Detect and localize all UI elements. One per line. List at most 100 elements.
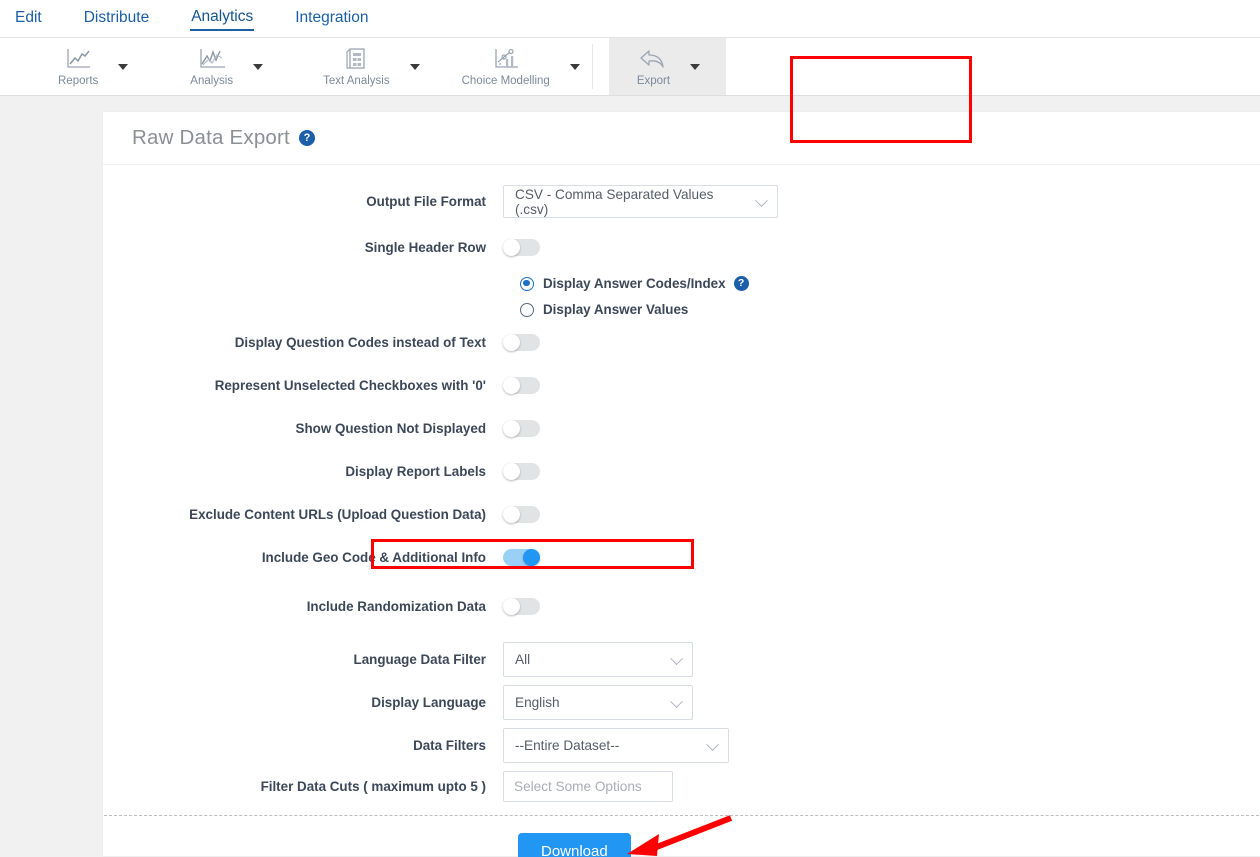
toggle-single-header-row[interactable] bbox=[503, 238, 540, 256]
row-show-question-not-displayed: Show Question Not Displayed bbox=[103, 414, 1260, 442]
toggle-exclude-content-urls[interactable] bbox=[503, 505, 540, 523]
toggle-include-geo-code[interactable] bbox=[503, 548, 540, 566]
ribbon-group-choice-modelling: Choice Modelling bbox=[454, 38, 592, 95]
row-filter-data-cuts: Filter Data Cuts ( maximum upto 5 ) bbox=[103, 771, 1260, 802]
help-icon[interactable]: ? bbox=[298, 130, 315, 146]
output-file-format-select[interactable]: CSV - Comma Separated Values (.csv) bbox=[503, 185, 778, 218]
row-display-question-codes: Display Question Codes instead of Text bbox=[103, 328, 1260, 356]
ribbon-button-export[interactable]: Export bbox=[629, 38, 678, 95]
chevron-down-icon bbox=[409, 63, 420, 70]
ribbon-caret-analysis[interactable] bbox=[241, 38, 275, 95]
toggle-show-question-not-displayed[interactable] bbox=[503, 419, 540, 437]
scatter-bar-icon bbox=[492, 46, 520, 72]
nav-item-edit[interactable]: Edit bbox=[14, 7, 43, 30]
radio-display-answer-values[interactable] bbox=[520, 302, 534, 317]
toggle-knob bbox=[503, 419, 520, 437]
card-header: Raw Data Export ? bbox=[103, 112, 1260, 165]
nav-label: Distribute bbox=[83, 9, 150, 26]
chevron-down-icon bbox=[253, 63, 264, 70]
toggle-include-randomization-data[interactable] bbox=[503, 597, 540, 615]
row-include-randomization-data: Include Randomization Data bbox=[103, 592, 1260, 620]
toggle-display-report-labels[interactable] bbox=[503, 462, 540, 480]
ribbon-caret-reports[interactable] bbox=[106, 38, 140, 95]
help-icon-answer-codes[interactable]: ? bbox=[733, 276, 749, 291]
label-single-header-row: Single Header Row bbox=[364, 239, 486, 255]
toggle-knob bbox=[503, 376, 520, 394]
row-data-filters: Data Filters --Entire Dataset-- bbox=[103, 728, 1260, 763]
raw-data-export-form: Output File Format CSV - Comma Separated… bbox=[103, 165, 1260, 857]
toggle-knob bbox=[523, 548, 540, 566]
chevron-down-icon bbox=[690, 63, 701, 70]
download-action-row: Download bbox=[103, 815, 1260, 857]
chevron-down-icon bbox=[118, 63, 129, 70]
toggle-represent-unselected-checkboxes[interactable] bbox=[503, 376, 540, 394]
row-exclude-content-urls: Exclude Content URLs (Upload Question Da… bbox=[103, 500, 1260, 528]
ribbon-group-analysis: Analysis bbox=[182, 38, 275, 95]
radio-row-display-answer-values[interactable]: Display Answer Values bbox=[503, 302, 1260, 317]
nav-item-integration[interactable]: Integration bbox=[294, 7, 369, 30]
analysis-chart-icon bbox=[197, 46, 227, 72]
language-data-filter-select[interactable]: All bbox=[503, 642, 693, 677]
nav-label: Integration bbox=[295, 9, 369, 26]
share-arrow-icon bbox=[637, 46, 669, 72]
language-data-filter-select-wrap: All bbox=[503, 642, 693, 677]
ribbon-button-reports[interactable]: Reports bbox=[50, 38, 106, 95]
toggle-knob bbox=[503, 333, 520, 351]
top-navigation: Edit Distribute Analytics Integration bbox=[0, 0, 1260, 38]
label-language-data-filter: Language Data Filter bbox=[353, 652, 486, 667]
toggle-knob bbox=[503, 238, 520, 256]
label-filter-data-cuts: Filter Data Cuts ( maximum upto 5 ) bbox=[260, 779, 486, 794]
label-display-report-labels: Display Report Labels bbox=[345, 463, 486, 479]
row-include-geo-code: Include Geo Code & Additional Info bbox=[103, 538, 1260, 571]
toggle-knob bbox=[503, 597, 520, 615]
row-display-language: Display Language English bbox=[103, 685, 1260, 720]
document-grid-icon bbox=[344, 46, 368, 72]
ribbon-caret-choice-modelling[interactable] bbox=[558, 38, 592, 95]
row-single-header-row: Single Header Row bbox=[103, 233, 1260, 261]
page-body: Raw Data Export ? Output File Format CSV… bbox=[0, 96, 1260, 857]
nav-item-distribute[interactable]: Distribute bbox=[83, 7, 150, 30]
ribbon-group-text-analysis: Text Analysis bbox=[315, 38, 431, 95]
analytics-ribbon-toolbar: Reports Analysis Text Analysis Choice Mo… bbox=[0, 38, 1260, 143]
data-filters-select[interactable]: --Entire Dataset-- bbox=[503, 728, 729, 763]
ribbon-group-reports: Reports bbox=[50, 38, 140, 95]
ribbon-caret-text-analysis[interactable] bbox=[398, 38, 432, 95]
ribbon-button-text-analysis[interactable]: Text Analysis bbox=[315, 38, 397, 95]
ribbon-button-choice-modelling[interactable]: Choice Modelling bbox=[454, 38, 558, 95]
label-show-question-not-displayed: Show Question Not Displayed bbox=[295, 420, 486, 436]
radio-row-display-answer-codes[interactable]: Display Answer Codes/Index ? bbox=[503, 276, 1260, 291]
answer-display-radio-group: Display Answer Codes/Index ? Display Ans… bbox=[103, 276, 1260, 317]
output-file-format-select-wrap: CSV - Comma Separated Values (.csv) bbox=[503, 185, 778, 218]
label-represent-unselected-checkboxes: Represent Unselected Checkboxes with '0' bbox=[214, 377, 486, 393]
label-include-geo-code: Include Geo Code & Additional Info bbox=[261, 549, 486, 565]
toggle-knob bbox=[503, 505, 520, 523]
ribbon-caret-export[interactable] bbox=[678, 38, 712, 95]
ribbon-button-analysis[interactable]: Analysis bbox=[182, 38, 241, 95]
filter-data-cuts-input[interactable] bbox=[503, 771, 673, 802]
page-title: Raw Data Export bbox=[132, 126, 290, 149]
label-exclude-content-urls: Exclude Content URLs (Upload Question Da… bbox=[189, 506, 486, 522]
radio-label-display-answer-codes: Display Answer Codes/Index bbox=[543, 276, 726, 291]
ribbon-group-export: Export bbox=[608, 38, 727, 95]
row-represent-unselected-checkboxes: Represent Unselected Checkboxes with '0' bbox=[103, 371, 1260, 399]
toggle-display-question-codes[interactable] bbox=[503, 333, 540, 351]
radio-label-display-answer-values: Display Answer Values bbox=[543, 302, 689, 317]
ribbon-label-choice-modelling: Choice Modelling bbox=[461, 75, 550, 87]
ribbon-label-reports: Reports bbox=[58, 75, 99, 87]
ribbon-label-analysis: Analysis bbox=[190, 75, 234, 87]
radio-display-answer-codes[interactable] bbox=[520, 276, 534, 291]
label-include-randomization-data: Include Randomization Data bbox=[306, 598, 486, 614]
display-language-select-wrap: English bbox=[503, 685, 693, 720]
nav-label: Analytics bbox=[191, 8, 254, 25]
download-arrow-annotation bbox=[627, 815, 733, 856]
label-display-language: Display Language bbox=[371, 695, 486, 710]
nav-label: Edit bbox=[15, 9, 42, 26]
label-data-filters: Data Filters bbox=[413, 738, 486, 753]
chevron-down-icon bbox=[569, 63, 580, 70]
line-chart-icon bbox=[64, 46, 92, 72]
display-language-select[interactable]: English bbox=[503, 685, 693, 720]
data-filters-select-wrap: --Entire Dataset-- bbox=[503, 728, 729, 763]
row-output-file-format: Output File Format CSV - Comma Separated… bbox=[103, 185, 1260, 218]
nav-item-analytics[interactable]: Analytics bbox=[190, 6, 255, 31]
raw-data-export-card: Raw Data Export ? Output File Format CSV… bbox=[103, 112, 1260, 857]
